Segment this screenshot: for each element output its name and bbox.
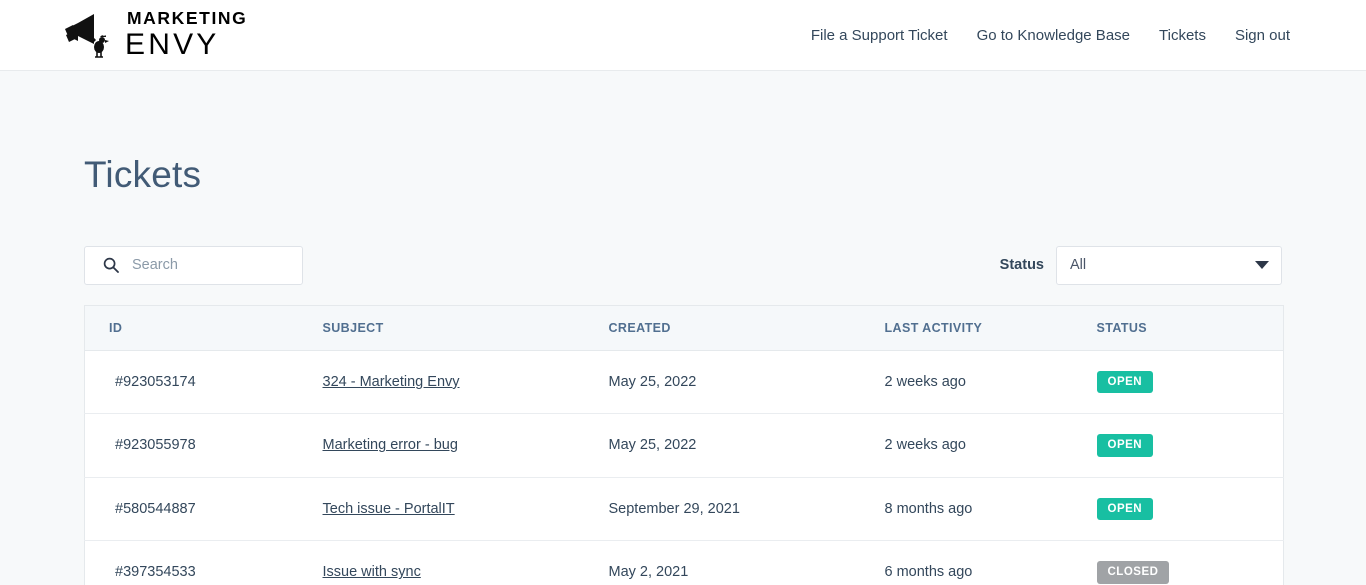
- status-badge: OPEN: [1096, 434, 1154, 457]
- cell-subject: Tech issue - PortalIT: [322, 477, 609, 542]
- cell-status: OPEN: [1096, 477, 1284, 542]
- ticket-subject-link[interactable]: Tech issue - PortalIT: [323, 501, 455, 517]
- cell-ticket-id: #397354533: [115, 564, 196, 581]
- cell-ticket-id: #580544887: [84, 477, 323, 542]
- brand-line-envy: ENVY: [125, 27, 220, 61]
- table-row[interactable]: #923055978 Marketing error - bug May 25,…: [84, 413, 1284, 478]
- page-title: Tickets: [84, 154, 202, 195]
- cell-created: May 2, 2021: [608, 564, 689, 581]
- status-select-value: All: [1070, 257, 1087, 274]
- status-select-wrapper: All: [1056, 245, 1282, 285]
- column-header-last-activity[interactable]: LAST ACTIVITY: [884, 305, 1097, 351]
- table-row[interactable]: #580544887 Tech issue - PortalIT Septemb…: [84, 477, 1284, 542]
- site-header: MARKETING ENVY File a Support Ticket Go …: [0, 0, 1366, 71]
- cell-ticket-id: #923053174: [84, 350, 323, 415]
- filter-bar: Status All: [84, 245, 1282, 285]
- status-filter: Status All: [999, 245, 1282, 285]
- table-row[interactable]: #397354533 Issue with sync May 2, 2021 6…: [85, 541, 1284, 585]
- nav-file-a-support-ticket[interactable]: File a Support Ticket: [811, 27, 948, 44]
- cell-created: May 25, 2022: [608, 413, 885, 478]
- nav-go-to-knowledge-base[interactable]: Go to Knowledge Base: [977, 27, 1130, 44]
- table-header-row: ID SUBJECT CREATED LAST ACTIVITY STATUS: [84, 305, 1284, 351]
- status-select[interactable]: All: [1056, 245, 1282, 285]
- ticket-subject-link[interactable]: Marketing error - bug: [323, 437, 458, 453]
- cell-last-activity: 8 months ago: [884, 477, 1097, 542]
- tickets-table-head: ID SUBJECT CREATED LAST ACTIVITY STATUS: [84, 305, 1284, 351]
- cell-subject: 324 - Marketing Envy: [322, 350, 609, 415]
- nav-tickets[interactable]: Tickets: [1159, 27, 1206, 44]
- table-row[interactable]: #923053174 324 - Marketing Envy May 25, …: [84, 350, 1284, 415]
- main-navigation: File a Support Ticket Go to Knowledge Ba…: [811, 27, 1290, 44]
- cell-status: CLOSED: [1096, 541, 1284, 585]
- brand-wordmark: MARKETING ENVY: [125, 10, 247, 60]
- status-badge: OPEN: [1096, 370, 1154, 394]
- cell-created: May 25, 2022: [608, 350, 885, 415]
- status-badge: CLOSED: [1096, 561, 1170, 584]
- cell-subject: Marketing error - bug: [322, 413, 609, 478]
- cell-last-activity: 6 months ago: [884, 564, 973, 581]
- cell-ticket-id: #923055978: [84, 413, 323, 478]
- tickets-table-body: #923053174 324 - Marketing Envy May 25, …: [84, 350, 1284, 585]
- brand-logo[interactable]: MARKETING ENVY: [60, 9, 247, 61]
- brand-line-marketing: MARKETING: [127, 8, 248, 29]
- column-header-subject[interactable]: SUBJECT: [322, 305, 609, 351]
- ticket-subject-link[interactable]: Issue with sync: [323, 564, 421, 580]
- cell-last-activity: 2 weeks ago: [884, 413, 1097, 478]
- cell-last-activity: 2 weeks ago: [884, 350, 1097, 415]
- column-header-created[interactable]: CREATED: [608, 305, 885, 351]
- column-header-id[interactable]: ID: [84, 305, 323, 351]
- ticket-subject-link[interactable]: 324 - Marketing Envy: [323, 374, 460, 390]
- status-filter-label: Status: [999, 257, 1044, 274]
- megaphone-rooster-logo-icon: [60, 11, 116, 61]
- cell-status: OPEN: [1096, 350, 1284, 415]
- search-field-wrapper: [84, 245, 303, 285]
- column-header-status[interactable]: STATUS: [1096, 305, 1284, 351]
- search-input[interactable]: [84, 245, 303, 285]
- cell-created: September 29, 2021: [608, 477, 885, 542]
- nav-sign-out[interactable]: Sign out: [1235, 27, 1290, 44]
- cell-subject: Issue with sync: [323, 541, 609, 585]
- main-content: Tickets Status All ID: [0, 154, 1366, 585]
- status-badge: OPEN: [1096, 497, 1154, 521]
- tickets-table: ID SUBJECT CREATED LAST ACTIVITY STATUS …: [84, 304, 1284, 585]
- cell-status: OPEN: [1096, 413, 1284, 478]
